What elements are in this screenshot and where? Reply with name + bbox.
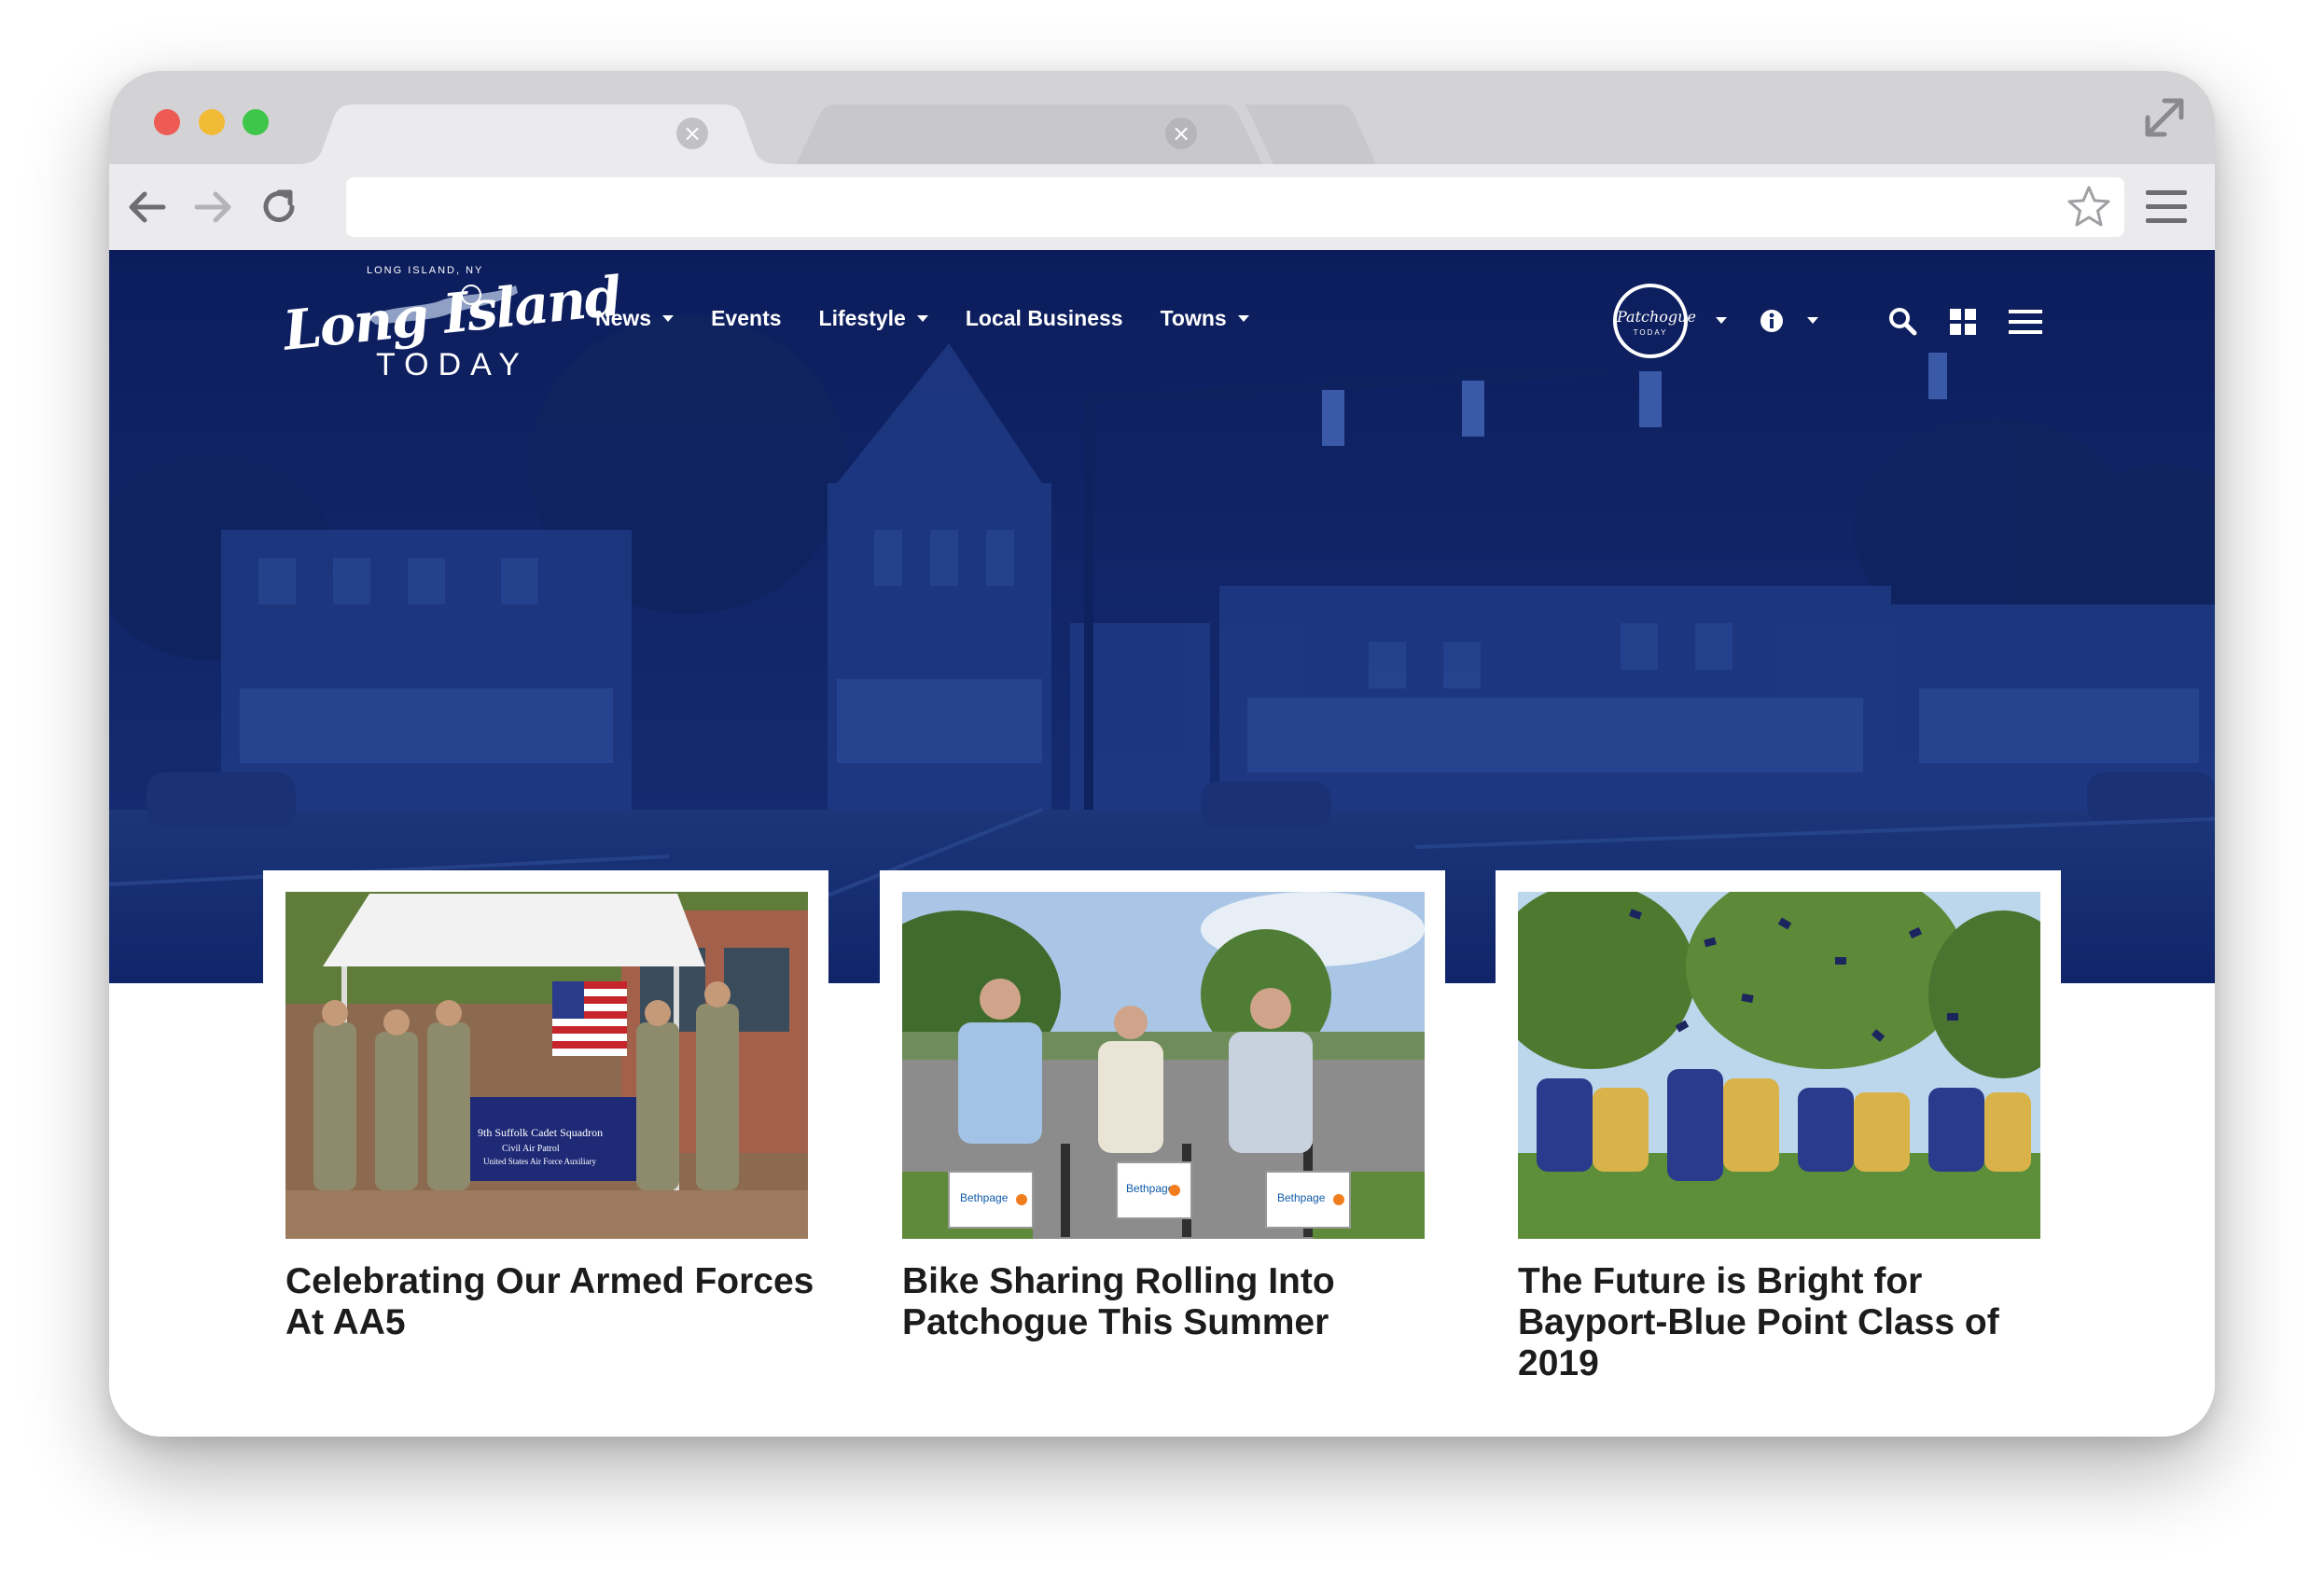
- article-card[interactable]: [1496, 870, 2061, 1262]
- new-tab-button[interactable]: [1245, 104, 1376, 164]
- browser-tab-active[interactable]: ×: [296, 104, 781, 164]
- basket-label: Bethpage: [960, 1191, 1009, 1204]
- basket-label: Bethpage: [1277, 1191, 1326, 1204]
- browser-tab[interactable]: ×: [796, 104, 1262, 164]
- article-card[interactable]: 9th Suffolk Cadet Squadron Civil Air Pat…: [263, 870, 828, 1262]
- browser-tab-strip: × ×: [109, 71, 2215, 164]
- basket-label: Bethpage: [1126, 1182, 1175, 1195]
- article-title[interactable]: Celebrating Our Armed Forces At AA5: [285, 1261, 827, 1343]
- bookmark-star-icon[interactable]: [2065, 183, 2113, 231]
- browser-menu-icon[interactable]: [2144, 187, 2189, 228]
- tab-close-icon[interactable]: ×: [676, 118, 708, 149]
- article-cards: 9th Suffolk Cadet Squadron Civil Air Pat…: [109, 250, 2215, 1437]
- maximize-window-button[interactable]: [243, 109, 269, 135]
- reload-icon[interactable]: [255, 183, 303, 231]
- browser-toolbar: [109, 164, 2215, 250]
- article-title[interactable]: Bike Sharing Rolling Into Patchogue This…: [902, 1261, 1443, 1343]
- banner-text-2: Civil Air Patrol: [502, 1144, 560, 1154]
- web-page: LONG ISLAND, NY Long Island TODAY News E…: [109, 250, 2215, 1437]
- bike-sharing-photo[interactable]: Bethpage Bethpage Bethpage: [902, 892, 1425, 1239]
- banner-text-1: 9th Suffolk Cadet Squadron: [478, 1126, 603, 1139]
- cadets-tent-photo[interactable]: 9th Suffolk Cadet Squadron Civil Air Pat…: [285, 892, 808, 1239]
- graduation-caps-photo[interactable]: [1518, 892, 2040, 1239]
- browser-window: × × LONG ISLAND, NY Long Island TODAY Ne…: [109, 71, 2215, 1437]
- minimize-window-button[interactable]: [199, 109, 225, 135]
- article-card[interactable]: Bethpage Bethpage Bethpage: [880, 870, 1445, 1262]
- article-title[interactable]: The Future is Bright for Bayport-Blue Po…: [1518, 1261, 2059, 1384]
- tab-close-icon[interactable]: ×: [1165, 118, 1197, 149]
- address-bar[interactable]: [346, 177, 2124, 237]
- back-arrow-icon[interactable]: [122, 183, 171, 231]
- forward-arrow-icon[interactable]: [189, 183, 238, 231]
- fullscreen-expand-icon[interactable]: [2140, 93, 2189, 142]
- banner-text-3: United States Air Force Auxiliary: [483, 1157, 596, 1166]
- close-window-button[interactable]: [154, 109, 180, 135]
